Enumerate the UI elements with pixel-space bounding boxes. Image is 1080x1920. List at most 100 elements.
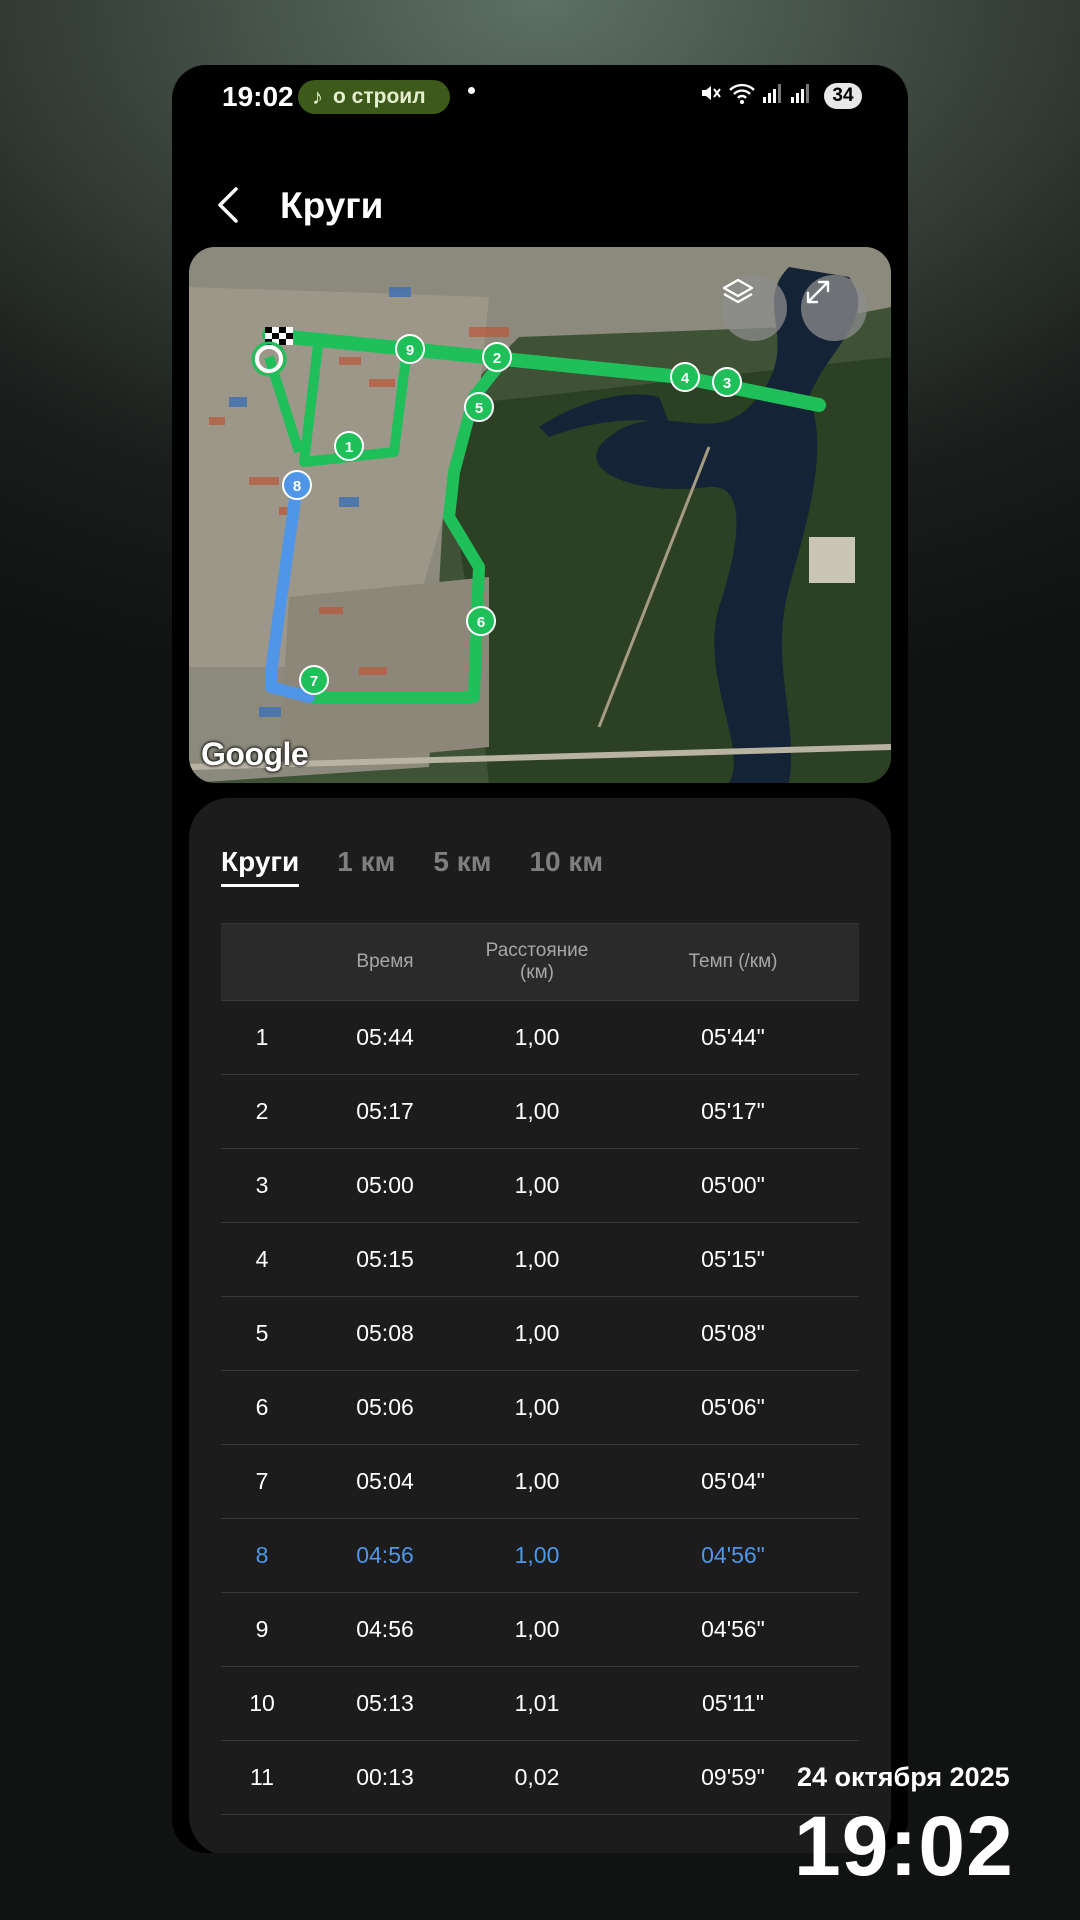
svg-text:7: 7 [310,673,318,690]
lap-number: 9 [255,1616,269,1642]
column-header-pace: Темп (/км) [688,951,778,972]
back-button[interactable] [210,183,250,227]
lap-distance: 0,02 [514,1764,560,1790]
table-header: Время Расстояние (км) Темп (/км) [221,923,859,1001]
table-row[interactable]: 7 05:04 1,00 05'04" [221,1445,859,1519]
tab-5km[interactable]: 5 км [433,846,491,887]
table-row[interactable]: 10 05:13 1,01 05'11" [221,1667,859,1741]
svg-text:3: 3 [723,375,731,392]
music-note-icon: ♪ [312,84,323,109]
lap-pace: 05'11" [701,1690,764,1716]
lap-distance: 1,01 [514,1690,560,1716]
table-row[interactable]: 8 04:56 1,00 04'56" [221,1519,859,1593]
expand-button[interactable] [801,275,867,341]
lap-marker[interactable]: 3 [712,367,742,397]
lap-pace: 04'56" [701,1542,765,1568]
lap-pace: 05'17" [701,1098,765,1124]
lap-distance: 1,00 [514,1172,560,1198]
lap-time: 05:00 [356,1172,414,1198]
lap-number: 5 [255,1320,269,1346]
lap-time: 00:13 [356,1764,414,1790]
lap-marker[interactable]: 7 [299,665,329,695]
lap-marker[interactable]: 6 [466,606,496,636]
column-header-time: Время [356,951,414,972]
status-time: 19:02 [222,81,294,112]
tab-10km[interactable]: 10 км [529,846,603,887]
lap-time: 05:15 [356,1246,414,1272]
svg-text:6: 6 [477,614,485,631]
lap-time: 04:56 [356,1616,414,1642]
layers-button[interactable] [721,275,787,341]
page-title: Круги [280,185,384,226]
phone-frame: 19:02 ♪ о строил 34 Круги 1 2 3 4 5 6 7 … [172,65,908,1853]
lap-time: 05:06 [356,1394,414,1420]
table-row[interactable]: 2 05:17 1,00 05'17" [221,1075,859,1149]
table-row[interactable]: 5 05:08 1,00 05'08" [221,1297,859,1371]
lap-pace: 05'00" [701,1172,765,1198]
header: Круги [172,165,908,245]
lap-number: 1 [255,1024,269,1050]
svg-text:9: 9 [406,342,414,359]
lap-distance: 1,00 [514,1098,560,1124]
wifi-icon [728,81,756,110]
lap-number: 11 [250,1764,274,1790]
lap-pace: 05'15" [701,1246,765,1272]
table-row[interactable]: 4 05:15 1,00 05'15" [221,1223,859,1297]
layers-icon [722,278,754,304]
lap-marker[interactable]: 8 [282,470,312,500]
lap-pace: 05'08" [701,1320,765,1346]
status-bar: 19:02 ♪ о строил 34 [172,65,908,131]
google-logo: Google [201,736,309,772]
overlay-date: 24 октября 2025 [797,1762,1010,1792]
lap-number: 7 [255,1468,269,1494]
mute-icon [698,81,722,110]
tab-laps[interactable]: Круги [221,846,300,887]
tab-1km[interactable]: 1 км [337,846,395,887]
lap-number: 8 [255,1542,269,1568]
table-body: 1 05:44 1,00 05'44" 2 05:17 1,00 05'17" 3 05:00 1,… [221,1001,859,1815]
lap-number: 4 [255,1246,269,1272]
lap-distance: 1,00 [514,1616,560,1642]
svg-text:1: 1 [345,439,353,456]
lap-distance: 1,00 [514,1542,560,1568]
lap-number: 2 [255,1098,269,1124]
signal-icon [790,81,812,110]
table-row[interactable]: 3 05:00 1,00 05'00" [221,1149,859,1223]
lap-pace: 05'04" [701,1468,765,1494]
table-row[interactable]: 9 04:56 1,00 04'56" [221,1593,859,1667]
lap-marker[interactable]: 5 [464,392,494,422]
lap-pace: 04'56" [701,1616,765,1642]
lap-time: 05:13 [356,1690,414,1716]
lap-marker[interactable]: 4 [670,362,700,392]
lap-markers: 1 2 3 4 5 6 7 8 9 [282,334,742,695]
laps-table: Время Расстояние (км) Темп (/км) 1 05:44 1… [221,923,859,1815]
lap-time: 05:17 [356,1098,414,1124]
table-row[interactable]: 11 00:13 0,02 09'59" [221,1741,859,1815]
chevron-left-icon [218,187,238,223]
lap-distance: 1,00 [514,1246,560,1272]
signal-icon [762,81,784,110]
lap-time: 05:08 [356,1320,414,1346]
lap-number: 3 [255,1172,269,1198]
status-icons: 34 [698,81,862,110]
lap-marker[interactable]: 9 [395,334,425,364]
lap-distance: 1,00 [514,1320,560,1346]
lap-marker[interactable]: 2 [482,342,512,372]
lap-number: 6 [255,1394,269,1420]
lap-time: 05:44 [356,1024,414,1050]
route-map[interactable]: 1 2 3 4 5 6 7 8 9 Google [189,247,891,783]
lap-marker[interactable]: 1 [334,431,364,461]
table-row[interactable]: 1 05:44 1,00 05'44" [221,1001,859,1075]
svg-text:5: 5 [475,400,483,417]
column-header-distance: Расстояние (км) [485,940,589,983]
lap-distance: 1,00 [514,1468,560,1494]
lap-pace: 05'06" [701,1394,765,1420]
media-pill[interactable]: ♪ о строил [298,80,450,114]
notification-dot [468,87,475,94]
expand-icon [806,280,830,304]
svg-text:2: 2 [493,350,501,367]
lap-time: 04:56 [356,1542,414,1568]
lap-distance: 1,00 [514,1024,560,1050]
overlay-clock: 19:02 [794,1799,1014,1893]
table-row[interactable]: 6 05:06 1,00 05'06" [221,1371,859,1445]
